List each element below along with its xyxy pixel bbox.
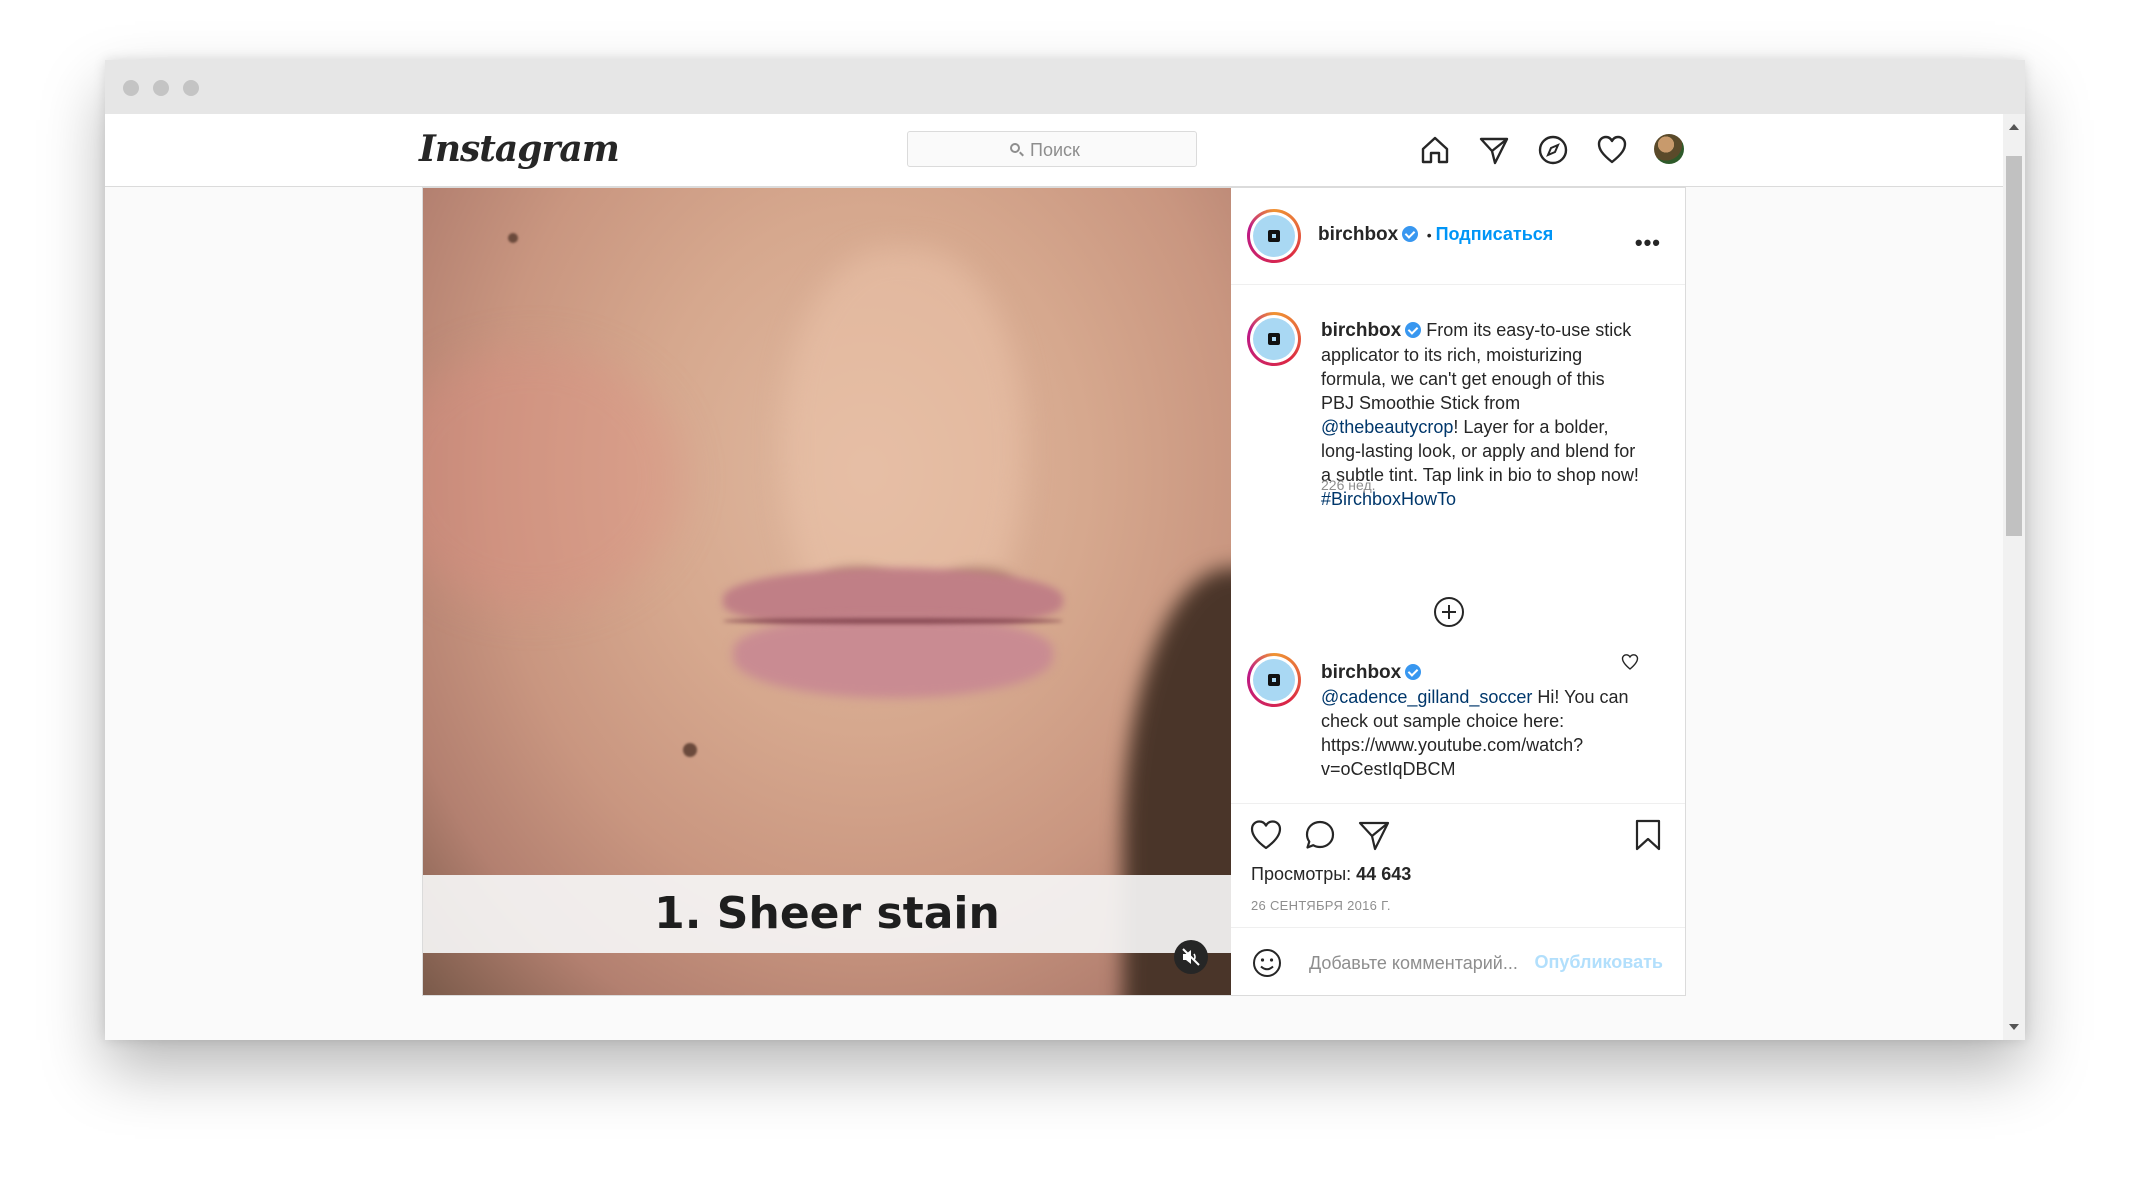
reply-mention-link[interactable]: @cadence_gilland_soccer (1321, 687, 1532, 707)
window-minimize-dot[interactable] (153, 80, 169, 96)
mute-toggle-button[interactable] (1174, 940, 1208, 974)
video-frame-detail (683, 743, 697, 757)
video-frame-detail (508, 233, 518, 243)
comment-input[interactable] (1307, 948, 1541, 978)
comments-list: birchbox From its easy-to-use stick appl… (1231, 285, 1685, 803)
follow-button[interactable]: Подписаться (1436, 224, 1554, 244)
post-sidebar: birchbox • Подписаться ••• birchbox From … (1231, 188, 1685, 995)
add-comment-bar: Опубликовать (1231, 927, 1685, 996)
save-bookmark-icon[interactable] (1631, 818, 1665, 852)
window-close-dot[interactable] (123, 80, 139, 96)
video-frame-shading (733, 618, 1053, 698)
comment-bubble-icon[interactable] (1303, 818, 1337, 852)
reply-username[interactable]: birchbox (1321, 662, 1401, 683)
browser-window: Instagram Поиск 1. Sheer stain birchbox … (105, 60, 2025, 1040)
header-separator: • (1426, 227, 1432, 243)
views-count[interactable]: Просмотры: 44 643 (1251, 864, 1411, 885)
author-username[interactable]: birchbox (1318, 224, 1398, 245)
scroll-down-arrow-icon[interactable] (2009, 1024, 2019, 1030)
publish-comment-button[interactable]: Опубликовать (1534, 952, 1663, 973)
browser-titlebar (105, 60, 2025, 114)
verified-badge-icon (1402, 226, 1419, 242)
search-box[interactable] (907, 131, 1197, 167)
verified-badge-icon (1405, 322, 1422, 338)
post-header-text: birchbox • Подписаться (1318, 224, 1553, 246)
instagram-logo[interactable]: Instagram (419, 128, 620, 170)
caption-mention-link[interactable]: @thebeautycrop (1321, 417, 1453, 437)
caption-timestamp[interactable]: 226 нед. (1321, 477, 1376, 493)
scrollbar-thumb[interactable] (2006, 156, 2022, 536)
post-video[interactable]: 1. Sheer stain (423, 188, 1231, 995)
author-avatar[interactable] (1247, 209, 1301, 263)
post-container: 1. Sheer stain birchbox • Подписаться ••• (422, 187, 1686, 996)
scroll-up-arrow-icon[interactable] (2009, 124, 2019, 130)
top-navbar: Instagram (105, 114, 2003, 187)
window-zoom-dot[interactable] (183, 80, 199, 96)
views-value: 44 643 (1356, 864, 1412, 884)
search-icon (1010, 143, 1020, 153)
like-heart-icon[interactable] (1249, 818, 1283, 852)
page-scrollbar[interactable] (2003, 114, 2025, 1040)
post-actions: Просмотры: 44 643 26 СЕНТЯБРЯ 2016 Г. (1231, 803, 1685, 927)
activity-heart-icon[interactable] (1596, 134, 1628, 166)
post-date[interactable]: 26 СЕНТЯБРЯ 2016 Г. (1251, 898, 1391, 913)
reply-author-avatar[interactable] (1247, 653, 1301, 707)
caption-author-avatar[interactable] (1247, 312, 1301, 366)
muted-speaker-icon (1182, 948, 1200, 966)
like-comment-heart-icon[interactable] (1621, 653, 1639, 671)
share-direct-icon[interactable] (1357, 818, 1391, 852)
video-frame-shading (423, 348, 683, 608)
post-header: birchbox • Подписаться ••• (1231, 188, 1685, 285)
reply-comment: birchbox @cadence_gilland_soccer Hi! You… (1321, 660, 1641, 781)
search-input[interactable] (1028, 137, 1182, 163)
video-frame-shading (723, 618, 1063, 624)
load-more-comments-button[interactable] (1434, 597, 1464, 627)
profile-avatar[interactable] (1654, 134, 1684, 164)
video-caption-text: 1. Sheer stain (654, 888, 1000, 939)
more-options-icon[interactable]: ••• (1635, 230, 1661, 256)
emoji-smile-icon[interactable] (1251, 947, 1283, 979)
verified-badge-icon (1405, 664, 1422, 680)
explore-icon[interactable] (1537, 134, 1569, 166)
home-icon[interactable] (1419, 134, 1451, 166)
direct-icon[interactable] (1478, 134, 1510, 166)
caption-username[interactable]: birchbox (1321, 320, 1401, 341)
views-label: Просмотры: (1251, 864, 1352, 884)
